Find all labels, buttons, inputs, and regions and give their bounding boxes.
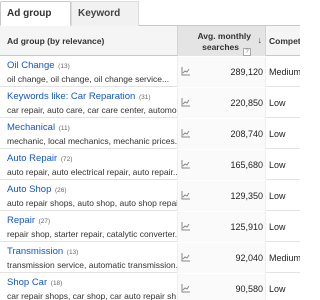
ad-group-link[interactable]: Keywords like: Car Reparation (31): [7, 91, 177, 104]
ad-group-link[interactable]: Repair (27): [7, 215, 177, 228]
tab-keyword-ideas[interactable]: Keyword ideas: [71, 1, 139, 43]
keyword-count: (27): [38, 218, 51, 225]
ad-group-link[interactable]: Transmission (13): [7, 246, 177, 259]
table-row[interactable]: Repair (27) repair shop, starter repair,…: [0, 212, 300, 242]
avg-monthly-searches-value: 90,580: [235, 284, 263, 294]
avg-monthly-searches-value: 92,040: [235, 253, 263, 263]
ad-group-cell: Repair (27) repair shop, starter repair,…: [0, 212, 177, 242]
avg-monthly-searches-value: 125,910: [230, 222, 263, 232]
keyword-count: (26): [55, 187, 67, 194]
keyword-list: car repair shops, car shop, car auto rep…: [7, 291, 177, 300]
ad-group-link[interactable]: Auto Repair (72): [7, 153, 177, 166]
keyword-list: transmission service, automatic transmis…: [7, 260, 177, 270]
keyword-count: (11): [58, 125, 70, 132]
keyword-count: (13): [58, 63, 70, 70]
keyword-count: (72): [60, 156, 73, 163]
keyword-count: (18): [50, 280, 63, 287]
ad-group-cell: Transmission (13) transmission service, …: [0, 243, 177, 273]
sort-down-icon: ↓: [257, 35, 263, 45]
ad-group-cell: Mechanical (11) mechanic, local mechanic…: [0, 119, 177, 149]
competition-value: Low: [269, 98, 286, 108]
ad-group-link[interactable]: Shop Car (18): [7, 277, 177, 290]
table-row[interactable]: Auto Shop (26) auto repair shops, auto s…: [0, 181, 300, 211]
avg-monthly-searches-column-header[interactable]: Avg. monthly searches ? ↓: [177, 26, 266, 56]
ad-group-cell: Shop Car (18) car repair shops, car shop…: [0, 274, 177, 300]
keyword-list: mechanic, local mechanics, mechanic pric…: [7, 136, 177, 146]
avg-monthly-searches-value: 289,120: [230, 67, 263, 77]
table-row[interactable]: Mechanical (11) mechanic, local mechanic…: [0, 119, 300, 149]
trend-chart-icon[interactable]: [181, 190, 191, 200]
ad-group-link[interactable]: Mechanical (11): [7, 122, 177, 135]
avg-monthly-searches-value: 208,740: [230, 129, 263, 139]
competition-column-header[interactable]: Competition: [266, 26, 300, 56]
competition-value: Low: [269, 284, 286, 294]
ad-group-cell: Auto Shop (26) auto repair shops, auto s…: [0, 181, 177, 211]
trend-chart-icon[interactable]: [181, 66, 191, 76]
competition-value: Low: [269, 129, 286, 139]
tab-bar: Ad group ideas Keyword ideas: [0, 0, 300, 43]
avg-monthly-searches-value: 220,850: [230, 98, 263, 108]
trend-chart-icon[interactable]: [181, 128, 191, 138]
ad-group-cell: Keywords like: Car Reparation (31) car r…: [0, 88, 177, 118]
keyword-list: auto repair, auto electrical repair, aut…: [7, 167, 177, 177]
competition-value: Medium: [269, 253, 300, 263]
keyword-list: oil change, oil change, oil change servi…: [7, 74, 170, 84]
ad-group-column-header[interactable]: Ad group (by relevance): [0, 26, 177, 56]
trend-chart-icon[interactable]: [181, 97, 191, 107]
ad-group-link[interactable]: Oil Change (13): [7, 60, 177, 73]
table-row[interactable]: Transmission (13) transmission service, …: [0, 243, 300, 273]
trend-chart-icon[interactable]: [181, 159, 191, 169]
keyword-count: (31): [138, 94, 151, 101]
ad-group-cell: Auto Repair (72) auto repair, auto elect…: [0, 150, 177, 180]
table-row[interactable]: Auto Repair (72) auto repair, auto elect…: [0, 150, 300, 180]
competition-value: Low: [269, 191, 286, 201]
searches-header-line1: Avg. monthly: [197, 31, 251, 41]
trend-chart-icon[interactable]: [181, 283, 191, 293]
competition-value: Low: [269, 222, 286, 232]
tab-ad-group-ideas[interactable]: Ad group ideas: [0, 1, 71, 43]
table-row[interactable]: Oil Change (13) oil change, oil change, …: [0, 57, 300, 87]
keyword-count: (13): [66, 249, 79, 256]
trend-chart-icon[interactable]: [181, 252, 191, 262]
keyword-list: auto repair shops, auto shop, auto shop …: [7, 198, 177, 208]
avg-monthly-searches-value: 129,350: [230, 191, 263, 201]
competition-value: Medium: [269, 67, 300, 77]
table-row[interactable]: Shop Car (18) car repair shops, car shop…: [0, 274, 300, 300]
keyword-list: car repair, auto care, car care center, …: [7, 105, 177, 115]
competition-value: Low: [269, 160, 286, 170]
avg-monthly-searches-value: 165,680: [230, 160, 263, 170]
ad-group-link[interactable]: Auto Shop (26): [7, 184, 177, 197]
searches-header-line2: searches: [202, 42, 239, 52]
table-row[interactable]: Keywords like: Car Reparation (31) car r…: [0, 88, 300, 118]
keyword-list: repair shop, starter repair, catalytic c…: [7, 229, 177, 239]
trend-chart-icon[interactable]: [181, 221, 191, 231]
table-header: Ad group (by relevance) Avg. monthly sea…: [0, 26, 300, 56]
ad-group-cell: Oil Change (13) oil change, oil change, …: [0, 57, 177, 87]
